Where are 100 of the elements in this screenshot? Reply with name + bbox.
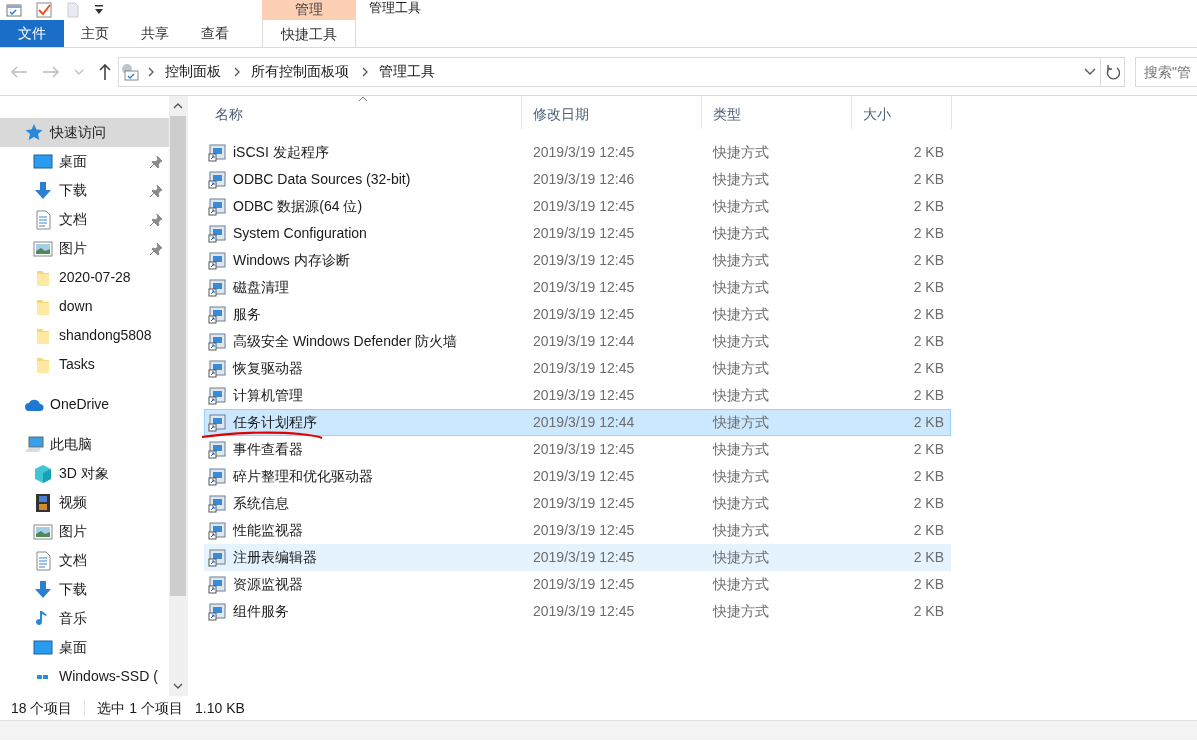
file-row[interactable]: ODBC Data Sources (32-bit) 2019/3/19 12:46 快捷方式 2 KB — [204, 166, 951, 193]
type-cell-text: 快捷方式 — [711, 521, 770, 540]
file-row[interactable]: 注册表编辑器 2019/3/19 12:45 快捷方式 2 KB — [204, 544, 951, 571]
file-name: 注册表编辑器 — [233, 548, 317, 567]
file-row[interactable]: 磁盘清理 2019/3/19 12:45 快捷方式 2 KB — [204, 274, 951, 301]
type-cell-text: 快捷方式 — [711, 170, 770, 189]
sidebar-item[interactable]: 桌面 — [0, 147, 169, 176]
size-cell-text: 2 KB — [912, 224, 944, 243]
sidebar-item[interactable]: 下载 — [0, 176, 169, 205]
document-icon — [33, 550, 53, 571]
file-row[interactable]: 碎片整理和优化驱动器 2019/3/19 12:45 快捷方式 2 KB — [204, 463, 951, 490]
scroll-down-icon[interactable] — [173, 683, 183, 689]
column-header[interactable]: 大小 — [852, 96, 952, 129]
address-bar[interactable]: 控制面板 所有控制面板项 管理工具 — [118, 56, 1125, 87]
file-name: iSCSI 发起程序 — [233, 143, 329, 162]
sidebar-item[interactable]: 图片 — [0, 234, 169, 263]
breadcrumb-link[interactable]: 控制面板 — [161, 61, 225, 82]
up-arrow-icon[interactable] — [98, 62, 112, 81]
refresh-icon — [1105, 63, 1120, 80]
shortcut-icon — [208, 332, 227, 351]
desktop-icon — [33, 637, 53, 658]
search-field[interactable]: 搜索"管 — [1135, 56, 1197, 87]
type-cell-text: 快捷方式 — [711, 413, 770, 432]
sidebar-item[interactable]: 文档 — [0, 205, 169, 234]
file-row[interactable]: iSCSI 发起程序 2019/3/19 12:45 快捷方式 2 KB — [204, 139, 951, 166]
date-cell-text: 2019/3/19 12:45 — [532, 386, 636, 405]
scrollbar-thumb[interactable] — [170, 116, 186, 596]
window-title: 管理工具 — [369, 0, 421, 16]
file-row[interactable]: 系统信息 2019/3/19 12:45 快捷方式 2 KB — [204, 490, 951, 517]
desktop-icon — [33, 151, 53, 172]
shortcut-icon — [208, 251, 227, 270]
shortcut-icon — [208, 602, 227, 621]
file-name: 恢复驱动器 — [233, 359, 303, 378]
size-cell-text: 2 KB — [912, 170, 944, 189]
column-header[interactable]: 名称 — [204, 96, 522, 129]
file-name: System Configuration — [233, 224, 367, 243]
size-cell-text: 2 KB — [912, 143, 944, 162]
properties-icon[interactable] — [6, 2, 22, 18]
file-row[interactable]: 任务计划程序 2019/3/19 12:44 快捷方式 2 KB — [204, 409, 951, 436]
pin-icon — [149, 183, 163, 198]
file-row[interactable]: 资源监视器 2019/3/19 12:45 快捷方式 2 KB — [204, 571, 951, 598]
size-cell-text: 2 KB — [912, 305, 944, 324]
ribbon-tab[interactable]: 共享 — [125, 20, 185, 47]
computer-icon — [24, 434, 44, 455]
sidebar-item[interactable]: 音乐 — [0, 604, 169, 633]
size-cell-text: 2 KB — [912, 197, 944, 216]
file-name: ODBC 数据源(64 位) — [233, 197, 363, 216]
sidebar-item[interactable]: 快速访问 — [0, 118, 169, 147]
type-cell-text: 快捷方式 — [711, 548, 770, 567]
sidebar-item[interactable]: 文档 — [0, 546, 169, 575]
sidebar-item[interactable]: shandong5808 — [0, 321, 169, 350]
scrollbar[interactable] — [169, 96, 187, 696]
dropdown-chevron-icon[interactable] — [1084, 67, 1096, 76]
date-cell-text: 2019/3/19 12:45 — [532, 440, 636, 459]
file-row[interactable]: ODBC 数据源(64 位) 2019/3/19 12:45 快捷方式 2 KB — [204, 193, 951, 220]
breadcrumb-link[interactable]: 管理工具 — [375, 61, 439, 82]
sidebar-item[interactable]: 此电脑 — [0, 430, 169, 459]
file-row[interactable]: 计算机管理 2019/3/19 12:45 快捷方式 2 KB — [204, 382, 951, 409]
sidebar-item[interactable]: Tasks — [0, 350, 169, 379]
ribbon-tab[interactable]: 查看 — [185, 20, 245, 47]
sidebar-item[interactable]: down — [0, 292, 169, 321]
sidebar-item[interactable]: 下载 — [0, 575, 169, 604]
sort-caret-icon — [357, 96, 368, 102]
type-cell-text: 快捷方式 — [711, 278, 770, 297]
checkbox-icon[interactable] — [36, 2, 52, 18]
file-menu-button[interactable]: 文件 — [0, 20, 64, 47]
scroll-up-icon[interactable] — [173, 103, 183, 109]
file-row[interactable]: System Configuration 2019/3/19 12:45 快捷方式 2 KB — [204, 220, 951, 247]
sidebar-item[interactable]: Windows-SSD ( — [0, 662, 169, 691]
file-row[interactable]: Windows 内存诊断 2019/3/19 12:45 快捷方式 2 KB — [204, 247, 951, 274]
file-name: 事件查看器 — [233, 440, 303, 459]
type-cell-text: 快捷方式 — [711, 386, 770, 405]
sidebar-item[interactable]: 图片 — [0, 517, 169, 546]
shortcut-icon — [208, 359, 227, 378]
file-name: 资源监视器 — [233, 575, 303, 594]
sidebar-item[interactable]: 桌面 — [0, 633, 169, 662]
dropdown-icon[interactable] — [94, 4, 104, 16]
file-row[interactable]: 事件查看器 2019/3/19 12:45 快捷方式 2 KB — [204, 436, 951, 463]
sidebar-item[interactable]: 视频 — [0, 488, 169, 517]
drive-icon — [37, 674, 48, 679]
size-cell-text: 2 KB — [912, 413, 944, 432]
type-cell-text: 快捷方式 — [711, 359, 770, 378]
ribbon-tab[interactable]: 主页 — [65, 20, 125, 47]
sidebar-item[interactable]: 3D 对象 — [0, 459, 169, 488]
type-cell-text: 快捷方式 — [711, 305, 770, 324]
column-header[interactable]: 类型 — [702, 96, 852, 129]
type-cell-text: 快捷方式 — [711, 602, 770, 621]
selection-count: 选中 1 个项目 — [97, 698, 184, 718]
file-row[interactable]: 高级安全 Windows Defender 防火墙 2019/3/19 12:44 快捷方式 2 KB — [204, 328, 951, 355]
breadcrumb-link[interactable]: 所有控制面板项 — [247, 61, 353, 82]
file-row[interactable]: 服务 2019/3/19 12:45 快捷方式 2 KB — [204, 301, 951, 328]
picture-icon — [33, 238, 53, 259]
sidebar-item[interactable]: OneDrive — [0, 390, 169, 419]
file-row[interactable]: 组件服务 2019/3/19 12:45 快捷方式 2 KB — [204, 598, 951, 625]
file-row[interactable]: 性能监视器 2019/3/19 12:45 快捷方式 2 KB — [204, 517, 951, 544]
sidebar-item[interactable]: 2020-07-28 — [0, 263, 169, 292]
file-row[interactable]: 恢复驱动器 2019/3/19 12:45 快捷方式 2 KB — [204, 355, 951, 382]
column-header[interactable]: 修改日期 — [522, 96, 702, 129]
control-panel-icon — [119, 62, 139, 81]
shortcut-icon — [208, 305, 227, 324]
